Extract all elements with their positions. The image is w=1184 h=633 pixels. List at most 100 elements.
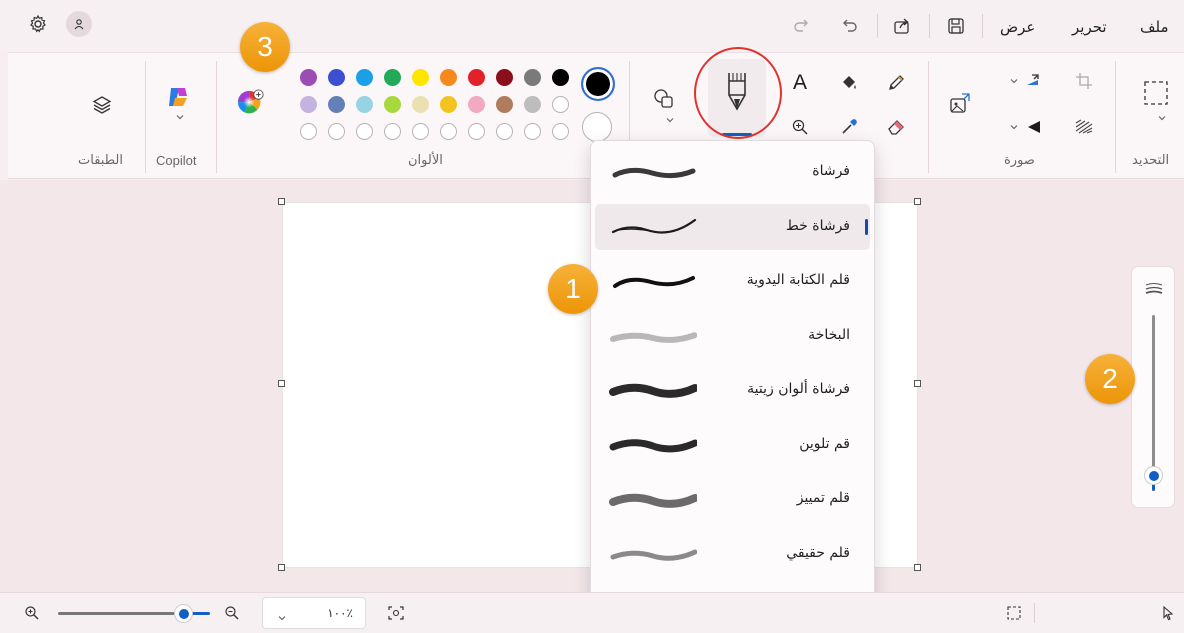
undo-icon[interactable] <box>836 12 864 40</box>
resize-handle[interactable] <box>914 564 921 571</box>
color-swatch[interactable] <box>300 123 317 140</box>
step-badge-2: 2 <box>1085 354 1135 404</box>
flip-icon[interactable] <box>1020 113 1048 141</box>
resize-handle[interactable] <box>278 380 285 387</box>
resize-handle[interactable] <box>914 380 921 387</box>
share-icon[interactable] <box>888 12 916 40</box>
crop-icon[interactable] <box>1070 67 1098 95</box>
color-swatch[interactable] <box>524 123 541 140</box>
color-swatch[interactable] <box>384 96 401 113</box>
resize-handle[interactable] <box>914 198 921 205</box>
resize-handle[interactable] <box>278 564 285 571</box>
color-swatch[interactable] <box>468 123 485 140</box>
brush-size-thumb[interactable] <box>1145 467 1162 484</box>
group-label-selection: التحديد <box>1132 153 1170 168</box>
color-swatch[interactable] <box>524 96 541 113</box>
selected-indicator <box>865 218 868 235</box>
color-swatch[interactable] <box>496 96 513 113</box>
selection-icon[interactable] <box>1142 79 1170 107</box>
brush-option[interactable]: فرشاة <box>595 149 870 195</box>
account-avatar[interactable] <box>66 11 92 37</box>
group-label-image: صورة <box>1004 153 1035 168</box>
color-swatch[interactable] <box>384 123 401 140</box>
color-swatch[interactable] <box>328 123 345 140</box>
shapes-icon[interactable] <box>650 85 678 113</box>
separator <box>216 61 217 173</box>
resize-handle[interactable] <box>278 198 285 205</box>
redo-icon[interactable] <box>787 12 815 40</box>
chevron-down-icon[interactable] <box>1148 111 1176 125</box>
color-swatch[interactable] <box>300 69 317 86</box>
brush-option-label: فرشاة خط <box>785 217 850 234</box>
chevron-down-icon[interactable] <box>166 109 194 125</box>
brush-option-label: فرشاة <box>812 163 850 179</box>
color-swatch[interactable] <box>356 69 373 86</box>
primary-color-swatch[interactable] <box>581 67 615 101</box>
pencil-icon[interactable] <box>882 69 910 97</box>
color-swatch[interactable] <box>552 123 569 140</box>
color-swatch[interactable] <box>440 123 457 140</box>
color-swatch[interactable] <box>356 123 373 140</box>
copilot-icon[interactable] <box>164 83 192 111</box>
brush-size-track[interactable] <box>1152 315 1155 487</box>
brush-option-label: قلم الكتابة اليدوية <box>746 272 850 288</box>
color-swatch[interactable] <box>412 123 429 140</box>
color-swatch[interactable] <box>412 96 429 113</box>
fill-bucket-icon[interactable] <box>835 69 863 97</box>
brush-option[interactable]: البخاخة <box>595 313 870 359</box>
highlight-circle <box>694 47 782 139</box>
zoom-slider-thumb[interactable] <box>175 605 192 622</box>
color-swatch[interactable] <box>328 69 345 86</box>
zoom-tool-icon[interactable] <box>786 113 814 141</box>
chevron-down-icon[interactable] <box>656 113 684 127</box>
settings-icon[interactable] <box>24 10 52 38</box>
color-swatch[interactable] <box>412 69 429 86</box>
brush-dropdown-menu: فرشاة فرشاة خط قلم الكتابة اليدوية البخاخة ف… <box>590 140 875 630</box>
zoom-level-dropdown[interactable]: ٪١٠٠ <box>262 597 366 629</box>
menu-file[interactable]: ملف <box>1140 18 1169 36</box>
color-swatch[interactable] <box>468 69 485 86</box>
color-swatch[interactable] <box>328 96 345 113</box>
color-swatch[interactable] <box>552 96 569 113</box>
brush-option-label: قم تلوين <box>799 435 850 452</box>
brush-option[interactable]: قلم تمييز <box>595 476 870 522</box>
color-picker-icon[interactable] <box>237 89 265 117</box>
eraser-icon[interactable] <box>882 113 910 141</box>
color-swatch[interactable] <box>524 69 541 86</box>
save-icon[interactable] <box>942 12 970 40</box>
separator <box>1034 603 1035 623</box>
color-swatch[interactable] <box>300 96 317 113</box>
menu-edit[interactable]: تحرير <box>1072 18 1107 36</box>
secondary-color-swatch[interactable] <box>582 112 612 142</box>
color-swatch[interactable] <box>468 96 485 113</box>
color-swatch[interactable] <box>496 69 513 86</box>
text-tool-icon[interactable]: A <box>786 69 814 97</box>
remove-background-icon[interactable] <box>1070 113 1098 141</box>
brush-option[interactable]: قم تلوين <box>595 422 870 468</box>
zoom-in-icon[interactable] <box>18 599 46 627</box>
color-swatch[interactable] <box>384 69 401 86</box>
step-badge-3: 3 <box>240 22 290 72</box>
group-label-copilot: Copilot <box>156 153 197 168</box>
color-swatch[interactable] <box>356 96 373 113</box>
rotate-icon[interactable] <box>1020 67 1048 95</box>
brush-option-label: قلم تمييز <box>796 490 850 506</box>
brush-option[interactable]: قلم الكتابة اليدوية <box>595 258 870 304</box>
image-resize-icon[interactable] <box>946 89 974 117</box>
menu-view[interactable]: عرض <box>1000 18 1035 36</box>
fit-to-window-icon[interactable] <box>382 599 410 627</box>
color-swatch[interactable] <box>440 69 457 86</box>
zoom-slider-fill <box>190 612 210 615</box>
title-bar: عرض تحرير ملف <box>0 0 1184 52</box>
color-picker-tool-icon[interactable] <box>835 113 863 141</box>
zoom-out-icon[interactable] <box>218 599 246 627</box>
color-swatch[interactable] <box>440 96 457 113</box>
color-swatch[interactable] <box>552 69 569 86</box>
brush-option[interactable]: قلم حقيقي <box>595 531 870 577</box>
brush-option[interactable]: فرشاة ألوان زيتية <box>595 367 870 413</box>
brush-option[interactable]: فرشاة خط <box>595 203 870 250</box>
layers-icon[interactable] <box>88 91 116 119</box>
zoom-slider-track[interactable] <box>58 612 178 615</box>
separator <box>928 61 929 173</box>
color-swatch[interactable] <box>496 123 513 140</box>
